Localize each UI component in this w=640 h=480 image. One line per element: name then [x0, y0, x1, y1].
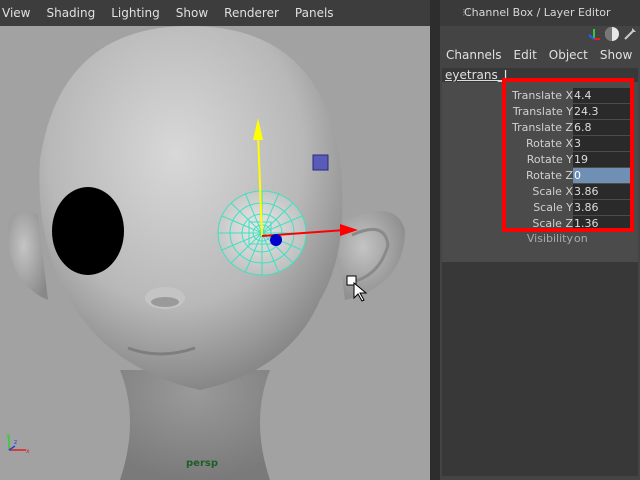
viewport-menubar: View Shading Lighting Show Renderer Pane…	[0, 0, 430, 26]
menu-shading[interactable]: Shading	[36, 0, 101, 26]
pin-icon[interactable]	[622, 26, 638, 42]
menu-renderer[interactable]: Renderer	[214, 0, 285, 26]
view-axis-gizmo-icon: y x z	[4, 432, 34, 457]
menu-show[interactable]: Show	[166, 0, 214, 26]
eye-socket-left	[52, 187, 124, 275]
manip-z-handle	[270, 234, 282, 246]
menu-panels[interactable]: Panels	[285, 0, 340, 26]
menu-lighting[interactable]: Lighting	[101, 0, 166, 26]
axis-x-label: x	[26, 448, 30, 454]
channel-box-panel: ⁝⁝ Channel Box / Layer Editor Channels E…	[440, 0, 640, 480]
panel-divider[interactable]	[430, 0, 440, 480]
menu-view[interactable]: View	[0, 0, 36, 26]
panel-icon-bar	[586, 26, 640, 44]
object-name[interactable]: eyetrans_L	[445, 68, 510, 82]
attr-value-field[interactable]: on	[573, 231, 634, 246]
attr-label: Visibility	[526, 232, 573, 245]
cb-menu-show[interactable]: Show	[594, 46, 638, 66]
cb-menu-object[interactable]: Object	[543, 46, 594, 66]
cb-menu-edit[interactable]: Edit	[508, 46, 543, 66]
red-highlight-box	[502, 78, 634, 232]
viewport-panel[interactable]: View Shading Lighting Show Renderer Pane…	[0, 0, 430, 480]
axis-tool-icon[interactable]	[586, 26, 602, 42]
scene-canvas[interactable]	[0, 26, 430, 480]
nose-mesh	[145, 287, 185, 309]
panel-title: Channel Box / Layer Editor	[464, 6, 611, 19]
panel-title-bar: ⁝⁝ Channel Box / Layer Editor	[440, 0, 640, 26]
shading-sphere-icon[interactable]	[604, 26, 620, 42]
cb-menu-channels[interactable]: Channels	[440, 46, 508, 66]
attr-row-visibility[interactable]: Visibility on	[442, 231, 638, 245]
axis-z-label: z	[14, 439, 17, 446]
camera-label: persp	[186, 458, 218, 469]
manip-plane-handle	[312, 154, 329, 171]
channel-box-menubar: Channels Edit Object Show	[440, 46, 640, 66]
axis-y-label: y	[6, 432, 10, 439]
